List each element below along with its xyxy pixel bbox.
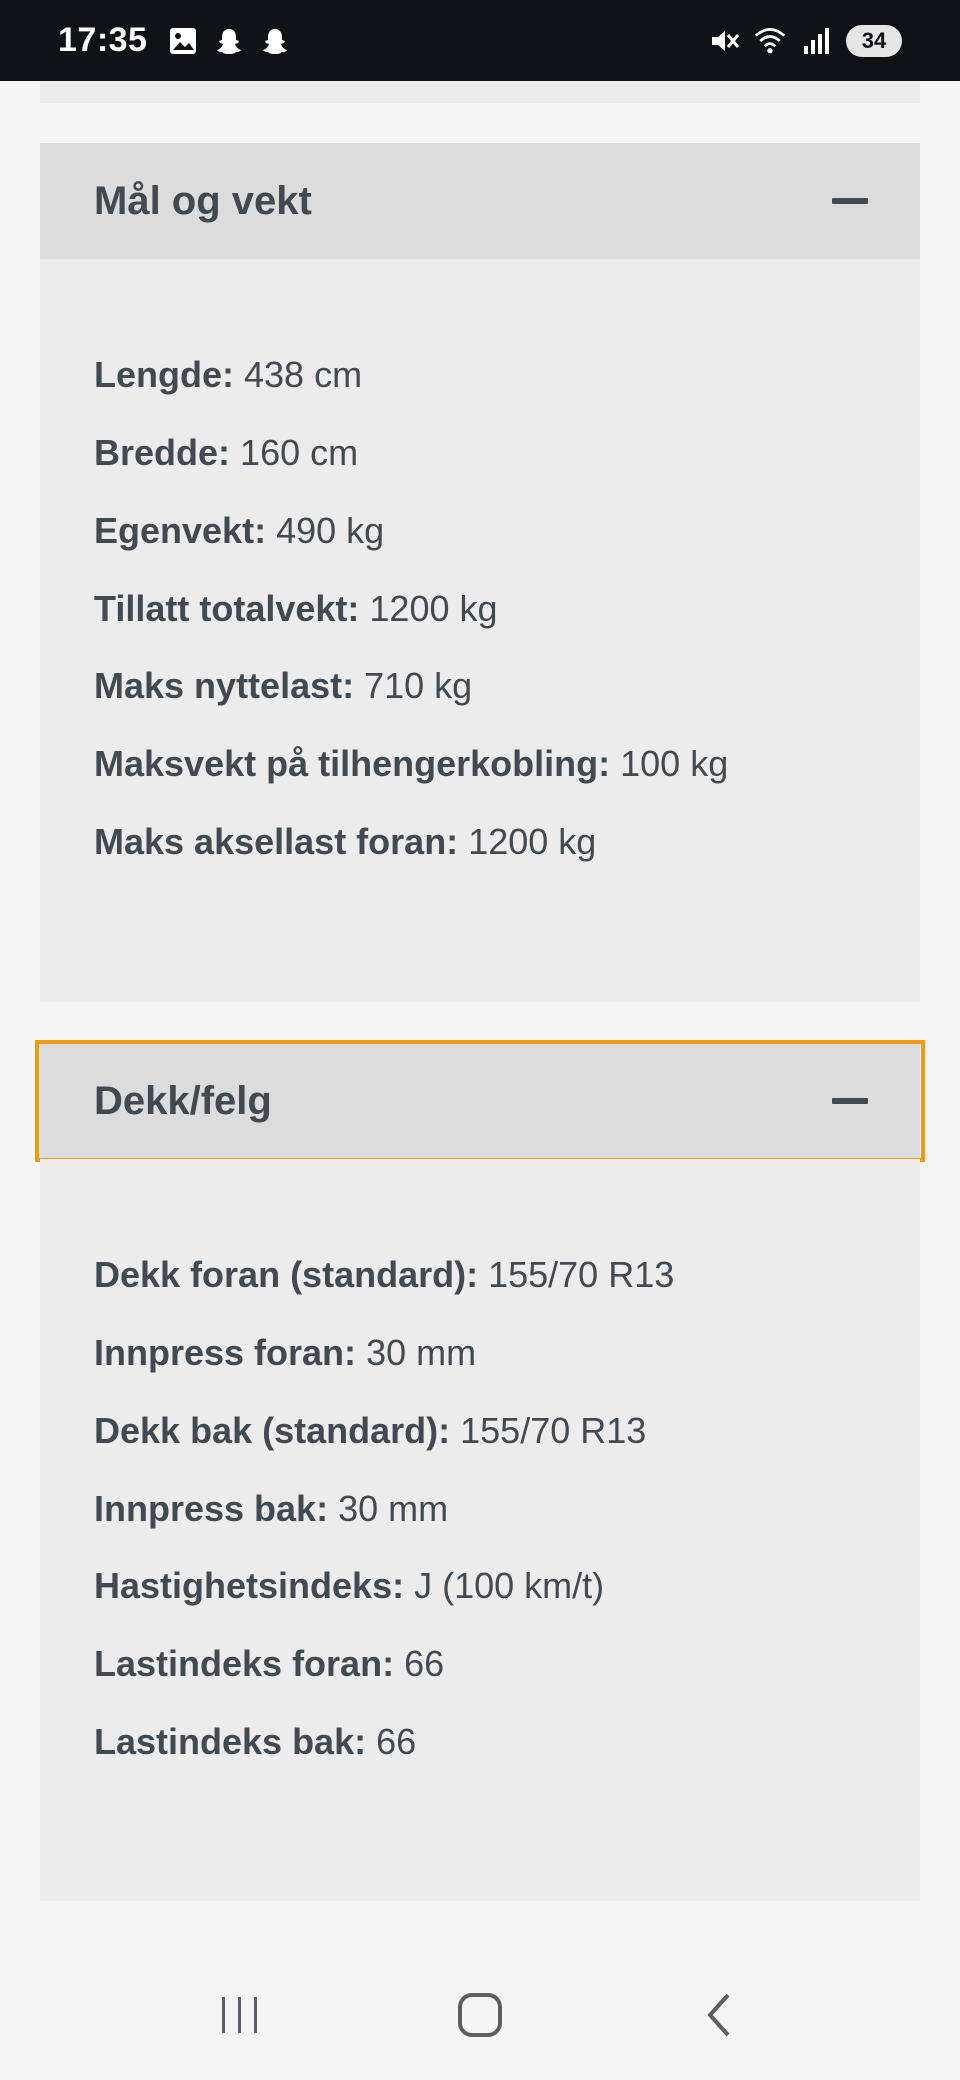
snapchat-icon xyxy=(213,25,245,57)
spec-value: 710 kg xyxy=(364,665,473,706)
status-right: 34 xyxy=(708,24,902,57)
back-button[interactable] xyxy=(680,1975,760,2055)
spec-row: Dekk bak (standard): 155/70 R13 xyxy=(94,1410,646,1452)
spec-label: Tillatt totalvekt: xyxy=(94,588,360,629)
spec-row: Maks aksellast foran: 1200 kg xyxy=(94,821,596,863)
section-title: Mål og vekt xyxy=(94,178,312,223)
back-icon xyxy=(707,1993,730,2037)
signal-icon xyxy=(800,25,832,57)
spec-row: Innpress bak: 30 mm xyxy=(94,1488,448,1530)
spec-value: 30 mm xyxy=(366,1332,477,1373)
spec-value: 438 cm xyxy=(244,354,363,395)
image-icon xyxy=(167,25,199,57)
spec-value: 155/70 R13 xyxy=(488,1254,675,1295)
section-header-mal-og-vekt[interactable]: Mål og vekt xyxy=(40,143,920,259)
spec-row: Lastindeks bak: 66 xyxy=(94,1721,416,1763)
recent-apps-button[interactable] xyxy=(200,1975,280,2055)
spec-label: Egenvekt: xyxy=(94,510,267,551)
spec-label: Lengde: xyxy=(94,354,234,395)
spec-label: Hastighetsindeks: xyxy=(94,1565,405,1606)
snapchat-icon xyxy=(259,25,291,57)
collapse-icon[interactable] xyxy=(832,198,868,204)
spec-label: Maksvekt på tilhengerkobling: xyxy=(94,743,611,784)
spec-row: Lastindeks foran: 66 xyxy=(94,1643,444,1685)
spec-row: Innpress foran: 30 mm xyxy=(94,1332,476,1374)
home-icon xyxy=(458,1993,502,2037)
spec-label: Dekk bak (standard): xyxy=(94,1410,451,1451)
spec-label: Lastindeks bak: xyxy=(94,1721,367,1762)
section-header-dekk-felg[interactable]: Dekk/felg xyxy=(40,1043,920,1159)
spec-value: 490 kg xyxy=(276,510,385,551)
spec-value: J (100 km/t) xyxy=(414,1565,605,1606)
spec-label: Dekk foran (standard): xyxy=(94,1254,479,1295)
status-left: 17:35 xyxy=(58,21,291,60)
spec-label: Innpress foran: xyxy=(94,1332,357,1373)
home-button[interactable] xyxy=(440,1975,520,2055)
mute-icon xyxy=(708,25,740,57)
spec-label: Lastindeks foran: xyxy=(94,1643,395,1684)
spec-label: Maks nyttelast: xyxy=(94,665,355,706)
spec-label: Innpress bak: xyxy=(94,1488,329,1529)
spec-value: 100 kg xyxy=(620,743,729,784)
battery-indicator: 34 xyxy=(846,24,902,57)
wifi-icon xyxy=(754,25,786,57)
spec-row: Dekk foran (standard): 155/70 R13 xyxy=(94,1254,674,1296)
status-time: 17:35 xyxy=(58,21,148,59)
spec-value: 30 mm xyxy=(338,1488,449,1529)
spec-row: Tillatt totalvekt: 1200 kg xyxy=(94,588,498,630)
section-body-dekk-felg: Dekk foran (standard): 155/70 R13 Innpre… xyxy=(40,1159,920,1901)
section-title: Dekk/felg xyxy=(94,1078,272,1123)
section-body-mal-og-vekt: Lengde: 438 cm Bredde: 160 cm Egenvekt: … xyxy=(40,259,920,1002)
spec-value: 1200 kg xyxy=(369,588,498,629)
spec-value: 66 xyxy=(376,1721,417,1762)
status-bar: 17:35 34 xyxy=(0,0,960,81)
spec-row: Maksvekt på tilhengerkobling: 100 kg xyxy=(94,743,728,785)
spec-label: Bredde: xyxy=(94,432,231,473)
recent-apps-icon xyxy=(222,1997,257,2033)
android-nav-bar xyxy=(0,1950,960,2080)
spec-value: 155/70 R13 xyxy=(460,1410,647,1451)
collapse-icon[interactable] xyxy=(832,1098,868,1104)
spec-row: Maks nyttelast: 710 kg xyxy=(94,665,472,707)
spec-value: 160 cm xyxy=(240,432,359,473)
spec-value: 1200 kg xyxy=(468,821,597,862)
spec-label: Maks aksellast foran: xyxy=(94,821,459,862)
previous-section-bottom xyxy=(40,81,920,103)
spec-value: 66 xyxy=(404,1643,445,1684)
spec-row: Lengde: 438 cm xyxy=(94,354,362,396)
spec-row: Egenvekt: 490 kg xyxy=(94,510,384,552)
spec-row: Bredde: 160 cm xyxy=(94,432,358,474)
spec-row: Hastighetsindeks: J (100 km/t) xyxy=(94,1565,604,1607)
